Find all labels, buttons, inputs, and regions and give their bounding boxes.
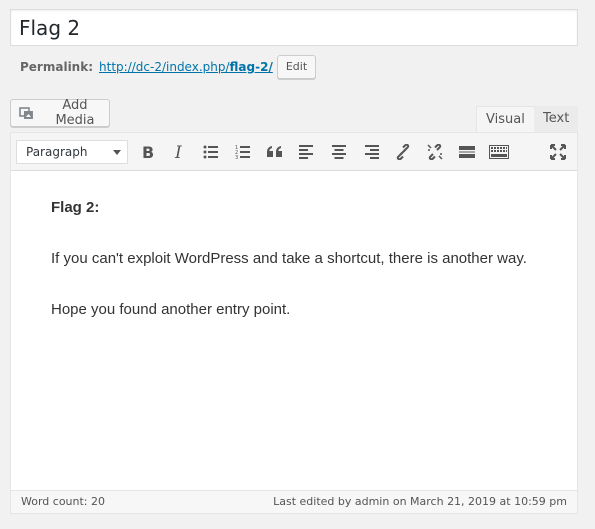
bullet-list-icon <box>203 145 218 159</box>
tab-visual[interactable]: Visual <box>476 106 535 132</box>
editor-toolbar: Paragraph B I 1 2 3 <box>11 133 577 171</box>
svg-text:B: B <box>142 144 154 160</box>
tab-text[interactable]: Text <box>534 106 579 132</box>
italic-button[interactable]: I <box>167 140 191 164</box>
editor-content[interactable]: Flag 2: If you can't exploit WordPress a… <box>11 171 577 491</box>
italic-icon: I <box>174 144 182 160</box>
add-media-label: Add Media <box>55 98 95 128</box>
align-left-icon <box>299 145 313 159</box>
blockquote-button[interactable] <box>263 140 287 164</box>
chevron-down-icon <box>113 150 121 155</box>
last-edited: Last edited by admin on March 21, 2019 a… <box>273 495 567 508</box>
link-icon <box>396 144 410 160</box>
add-media-button[interactable]: Add Media <box>10 98 110 128</box>
fullscreen-button[interactable] <box>546 140 570 164</box>
align-left-button[interactable] <box>295 140 319 164</box>
align-right-icon <box>365 145 379 159</box>
link-button[interactable] <box>391 140 415 164</box>
read-more-icon <box>459 146 475 158</box>
editor: Paragraph B I 1 2 3 Flag 2: If you can't… <box>10 132 578 514</box>
blockquote-icon <box>267 146 282 157</box>
bold-icon: B <box>142 144 154 160</box>
align-center-icon <box>332 145 346 159</box>
fullscreen-icon <box>550 144 566 160</box>
align-right-button[interactable] <box>359 140 383 164</box>
permalink-base: http://dc-2/index.php/ <box>99 60 230 74</box>
svg-text:I: I <box>174 144 182 160</box>
toolbar-toggle-button[interactable] <box>487 140 511 164</box>
bullet-list-button[interactable] <box>199 140 223 164</box>
permalink-edit-button[interactable]: Edit <box>276 55 317 79</box>
content-paragraph-1: If you can't exploit WordPress and take … <box>51 250 527 267</box>
permalink-row: Permalink: http://dc-2/index.php/flag-2/… <box>20 55 317 79</box>
content-heading: Flag 2: <box>51 199 100 216</box>
permalink-slug: flag-2/ <box>229 60 273 74</box>
keyboard-icon <box>489 145 509 159</box>
numbered-list-icon: 1 2 3 <box>235 145 250 159</box>
format-select[interactable]: Paragraph <box>16 140 128 164</box>
bold-button[interactable]: B <box>135 140 159 164</box>
numbered-list-button[interactable]: 1 2 3 <box>231 140 255 164</box>
svg-text:3: 3 <box>235 155 238 159</box>
permalink-label: Permalink: <box>20 60 94 74</box>
unlink-button[interactable] <box>423 140 447 164</box>
align-center-button[interactable] <box>327 140 351 164</box>
content-paragraph-2: Hope you found another entry point. <box>51 301 291 318</box>
unlink-icon <box>427 144 443 160</box>
read-more-button[interactable] <box>455 140 479 164</box>
word-count: Word count: 20 <box>21 495 106 508</box>
post-title-input[interactable] <box>10 9 578 46</box>
permalink-link[interactable]: http://dc-2/index.php/flag-2/ <box>99 60 273 74</box>
editor-statusbar: Word count: 20 Last edited by admin on M… <box>11 490 577 513</box>
format-select-value: Paragraph <box>26 145 88 159</box>
media-icon <box>19 107 33 119</box>
